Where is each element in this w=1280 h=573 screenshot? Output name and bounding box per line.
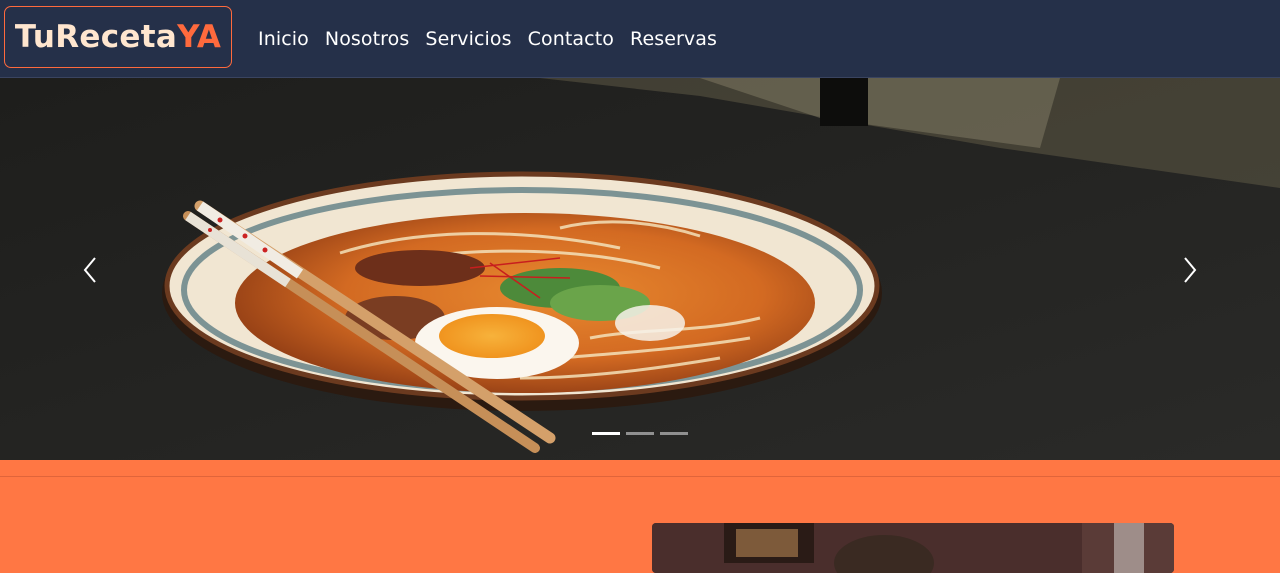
carousel-indicator-2[interactable] [626,432,654,435]
chevron-right-icon [1184,257,1197,283]
nav-link-nosotros[interactable]: Nosotros [317,24,418,54]
brand-name-part1: TuReceta [14,19,178,55]
carousel-slide-image [0,78,1280,460]
carousel-indicators [592,432,688,435]
section-photo-image [652,523,1174,573]
brand-name-part2: YA [177,19,222,55]
section-photo [652,523,1174,573]
nav-link-reservas[interactable]: Reservas [622,24,725,54]
nav-link-inicio[interactable]: Inicio [250,24,317,54]
carousel-indicator-3[interactable] [660,432,688,435]
nav-link-contacto[interactable]: Contacto [520,24,622,54]
hero-carousel [0,78,1280,460]
section-divider [0,476,1280,477]
carousel-prev-button[interactable] [70,248,110,292]
top-navbar: TuReceta YA Inicio Nosotros Servicios Con… [0,0,1280,78]
brand-logo-link[interactable]: TuReceta YA [4,6,232,68]
nav-link-servicios[interactable]: Servicios [417,24,519,54]
chevron-left-icon [83,257,96,283]
nav-links: Inicio Nosotros Servicios Contacto Reser… [250,24,725,54]
carousel-indicator-1[interactable] [592,432,620,435]
carousel-next-button[interactable] [1170,248,1210,292]
